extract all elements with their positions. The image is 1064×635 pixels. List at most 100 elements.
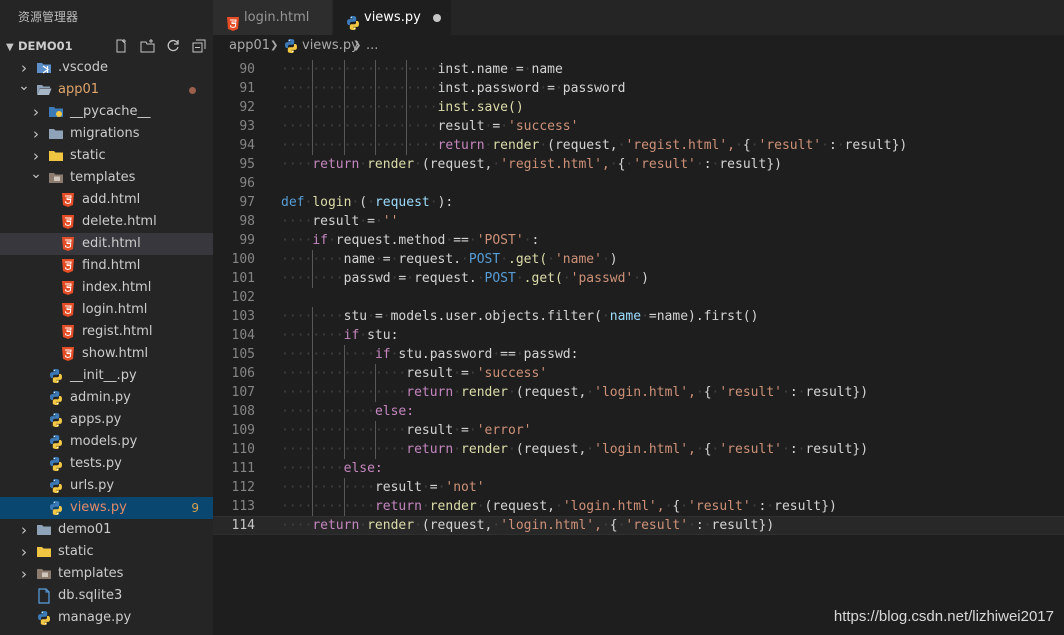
tree-file-edit-html[interactable]: edit.html bbox=[0, 233, 213, 255]
unsaved-dot-icon[interactable] bbox=[433, 14, 441, 22]
code-line[interactable]: 101 ········passwd·=·request.·POST·.get(·… bbox=[213, 269, 1064, 288]
tree-file-show-html[interactable]: show.html bbox=[0, 343, 213, 365]
breadcrumb-folder[interactable]: app01 bbox=[229, 35, 270, 57]
tab-login-html[interactable]: login.html bbox=[213, 0, 333, 35]
python-icon bbox=[36, 610, 52, 626]
line-number: 92 bbox=[239, 100, 255, 115]
chevron-down-icon[interactable]: ⌄ bbox=[18, 75, 30, 97]
breadcrumb-symbol[interactable]: ... bbox=[366, 35, 378, 57]
html5-icon bbox=[225, 10, 241, 31]
tree-file-find-html[interactable]: find.html bbox=[0, 255, 213, 277]
tree-file-apps-py[interactable]: apps.py bbox=[0, 409, 213, 431]
tree-item-label: urls.py bbox=[70, 478, 115, 493]
code-line[interactable]: 108 ············else: bbox=[213, 402, 1064, 421]
chevron-right-icon[interactable]: › bbox=[30, 101, 42, 123]
tree-item-label: static bbox=[58, 544, 94, 559]
indent-guide bbox=[312, 79, 314, 98]
code-line[interactable]: 104 ········if·stu: bbox=[213, 326, 1064, 345]
code-line[interactable]: 112 ············result·=·'not' bbox=[213, 478, 1064, 497]
tree-file-models-py[interactable]: models.py bbox=[0, 431, 213, 453]
html5-icon bbox=[60, 280, 76, 296]
chevron-right-icon[interactable]: › bbox=[30, 123, 42, 145]
code-text: ····if·request.method·==·'POST'·: bbox=[281, 233, 540, 248]
tree-item-label: find.html bbox=[82, 258, 141, 273]
indent-guide bbox=[312, 98, 314, 117]
new-folder-icon[interactable] bbox=[139, 38, 155, 54]
code-line[interactable]: 113 ············return·render·(request,·'… bbox=[213, 497, 1064, 516]
collapse-all-icon[interactable] bbox=[191, 38, 207, 54]
new-file-icon[interactable] bbox=[113, 38, 129, 54]
line-number: 101 bbox=[231, 271, 255, 286]
tree-file-urls-py[interactable]: urls.py bbox=[0, 475, 213, 497]
tree-folder-static[interactable]: › static bbox=[0, 541, 213, 563]
code-line[interactable]: 93 ····················result·=·'success' bbox=[213, 117, 1064, 136]
python-icon bbox=[48, 368, 64, 384]
code-line[interactable]: 100 ········name·=·request.·POST·.get(·'n… bbox=[213, 250, 1064, 269]
tree-file-login-html[interactable]: login.html bbox=[0, 299, 213, 321]
chevron-right-icon[interactable]: › bbox=[18, 563, 30, 585]
workspace-section-header[interactable]: ▼ DEMO01 bbox=[0, 35, 213, 57]
tree-file-init-py[interactable]: __init__.py bbox=[0, 365, 213, 387]
code-line[interactable]: 97 def·login·(·request·): bbox=[213, 193, 1064, 212]
python-icon bbox=[283, 38, 299, 62]
line-number: 103 bbox=[231, 309, 255, 324]
code-line[interactable]: 102 bbox=[213, 288, 1064, 307]
tree-folder-vscode[interactable]: › .vscode bbox=[0, 57, 213, 79]
indent-guide bbox=[312, 364, 314, 383]
code-text: ················return·render·(request,·… bbox=[281, 385, 869, 400]
tree-file-tests-py[interactable]: tests.py bbox=[0, 453, 213, 475]
code-line[interactable]: 94 ····················return·render·(req… bbox=[213, 136, 1064, 155]
code-text: ····················inst.save() bbox=[281, 100, 524, 115]
code-line[interactable]: 111 ········else: bbox=[213, 459, 1064, 478]
code-line[interactable]: 99 ····if·request.method·==·'POST'·: bbox=[213, 231, 1064, 250]
chevron-right-icon[interactable]: › bbox=[18, 541, 30, 563]
tree-file-admin-py[interactable]: admin.py bbox=[0, 387, 213, 409]
explorer-sidebar: 资源管理器 ▼ DEMO01 › .vscode ⌄ app01 › __pycache__… bbox=[0, 0, 213, 635]
line-number: 107 bbox=[231, 385, 255, 400]
code-line[interactable]: 91 ····················inst.password·=·pa… bbox=[213, 79, 1064, 98]
code-line[interactable]: 107 ················return·render·(reques… bbox=[213, 383, 1064, 402]
tree-folder-templates[interactable]: › templates bbox=[0, 563, 213, 585]
tree-folder-pycache[interactable]: › __pycache__ bbox=[0, 101, 213, 123]
tree-file-manage-py[interactable]: manage.py bbox=[0, 607, 213, 629]
code-line[interactable]: 105 ············if·stu.password·==·passwd… bbox=[213, 345, 1064, 364]
code-line[interactable]: 92 ····················inst.save() bbox=[213, 98, 1064, 117]
line-number: 104 bbox=[231, 328, 255, 343]
code-line[interactable]: 106 ················result·=·'success' bbox=[213, 364, 1064, 383]
tree-folder-demo01[interactable]: › demo01 bbox=[0, 519, 213, 541]
line-number: 114 bbox=[231, 518, 255, 533]
tree-file-regist-html[interactable]: regist.html bbox=[0, 321, 213, 343]
line-number: 102 bbox=[231, 290, 255, 305]
code-editor[interactable]: 90 ····················inst.name·=·name 91… bbox=[213, 60, 1064, 635]
static-folder-icon bbox=[48, 148, 64, 164]
line-number: 109 bbox=[231, 423, 255, 438]
code-line[interactable]: 109 ················result·=·'error' bbox=[213, 421, 1064, 440]
tree-folder-migrations[interactable]: › migrations bbox=[0, 123, 213, 145]
tree-folder-app01[interactable]: ⌄ app01 bbox=[0, 78, 213, 101]
refresh-icon[interactable] bbox=[165, 38, 181, 54]
code-line[interactable]: 90 ····················inst.name·=·name bbox=[213, 60, 1064, 79]
indent-guide bbox=[374, 79, 376, 98]
code-line[interactable]: 114 ····return·render·(request,·'login.ht… bbox=[213, 516, 1064, 535]
tree-file-index-html[interactable]: index.html bbox=[0, 277, 213, 299]
indent-guide bbox=[374, 136, 376, 155]
explorer-title: 资源管理器 bbox=[18, 10, 79, 24]
code-text: ····return·render·(request,·'regist.html… bbox=[281, 157, 782, 172]
tree-file-add-html[interactable]: add.html bbox=[0, 189, 213, 211]
chevron-down-icon[interactable]: ⌄ bbox=[30, 163, 42, 185]
code-line[interactable]: 98 ····result·=·'' bbox=[213, 212, 1064, 231]
code-text: ················return·render·(request,·… bbox=[281, 442, 869, 457]
chevron-down-icon[interactable]: ▼ bbox=[6, 37, 18, 59]
code-line[interactable]: 103 ········stu·=·models.user.objects.fil… bbox=[213, 307, 1064, 326]
tree-folder-templates[interactable]: ⌄ templates bbox=[0, 166, 213, 189]
tab-views-py[interactable]: views.py bbox=[333, 0, 451, 35]
chevron-right-icon[interactable]: › bbox=[18, 519, 30, 541]
line-number: 98 bbox=[239, 214, 255, 229]
code-line[interactable]: 95 ····return·render·(request,·'regist.ht… bbox=[213, 155, 1064, 174]
tree-file-delete-html[interactable]: delete.html bbox=[0, 211, 213, 233]
breadcrumb-file[interactable]: views.py bbox=[302, 35, 359, 57]
tree-file-db-sqlite3[interactable]: db.sqlite3 bbox=[0, 585, 213, 607]
code-line[interactable]: 110 ················return·render·(reques… bbox=[213, 440, 1064, 459]
code-line[interactable]: 96 bbox=[213, 174, 1064, 193]
tree-file-views-py[interactable]: views.py 9 bbox=[0, 497, 213, 519]
